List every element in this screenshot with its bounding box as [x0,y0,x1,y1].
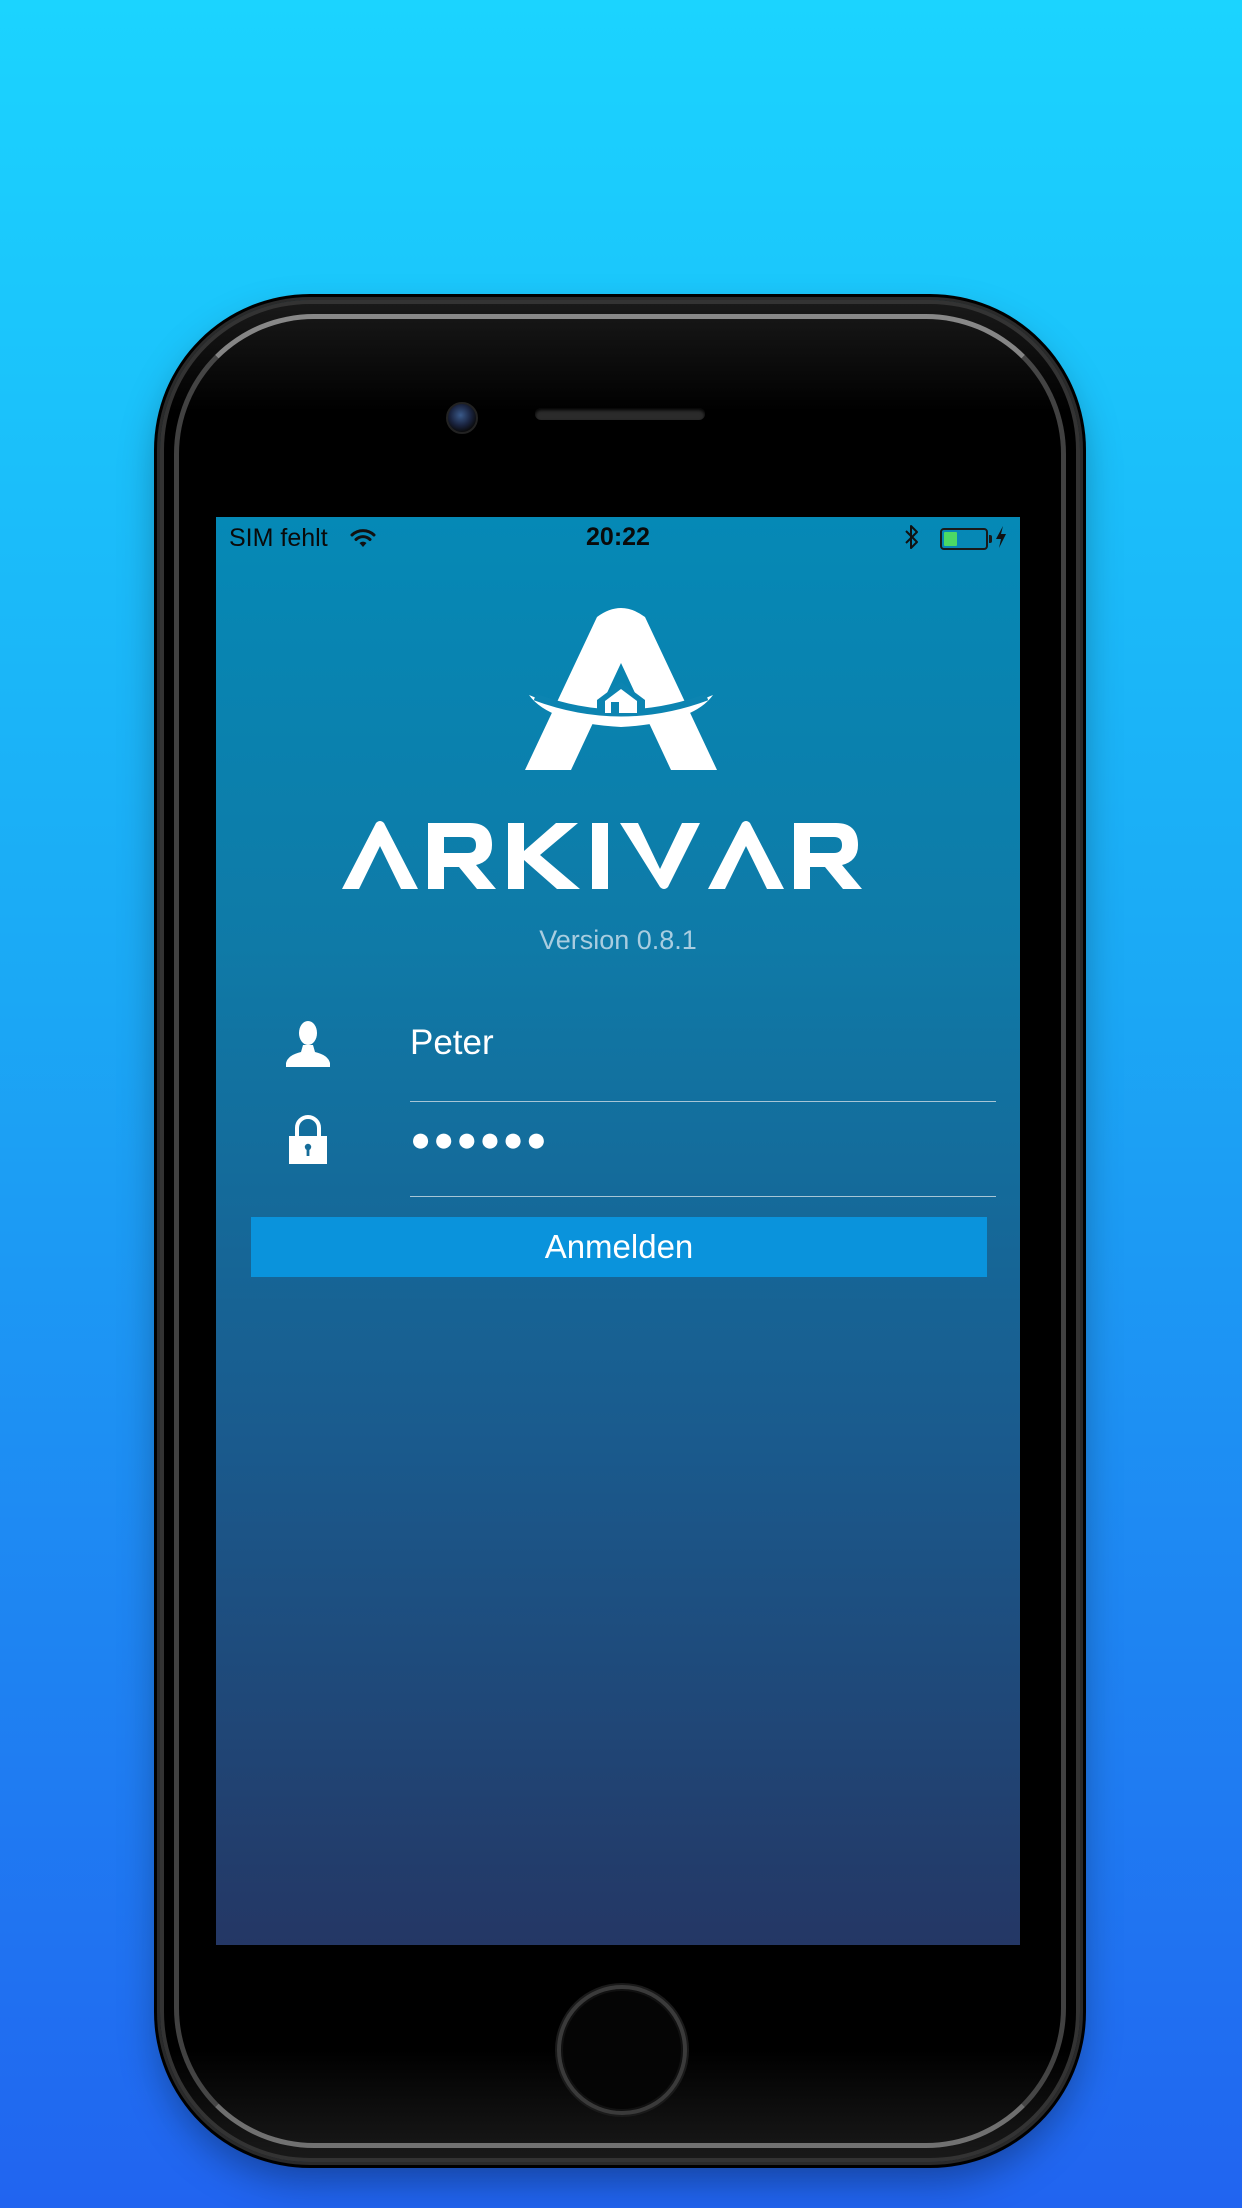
battery-fill [944,532,957,546]
home-button[interactable] [557,1985,687,2115]
charging-bolt-icon [996,526,1006,548]
clock: 20:22 [586,523,650,551]
app-screen: SIM fehlt 20:22 Version 0.8.1 Peter ●●●●… [216,517,1020,1945]
username-value[interactable]: Peter [410,1023,494,1063]
battery-tip [989,535,992,543]
bluetooth-icon [905,525,918,549]
login-button[interactable]: Anmelden [251,1217,987,1277]
brand-wordmark [342,821,862,889]
battery-icon [940,528,992,550]
front-camera [446,402,478,434]
password-value[interactable]: ●●●●●● [410,1120,549,1160]
password-field[interactable]: ●●●●●● [256,1102,996,1198]
username-field[interactable]: Peter [256,1007,996,1103]
status-bar: SIM fehlt 20:22 [216,517,1020,559]
earpiece-speaker [535,408,705,420]
user-icon [286,1021,330,1067]
arkivar-logo-icon [525,608,717,770]
password-underline [410,1196,996,1197]
version-label: Version 0.8.1 [539,925,697,955]
lock-icon [289,1115,327,1164]
